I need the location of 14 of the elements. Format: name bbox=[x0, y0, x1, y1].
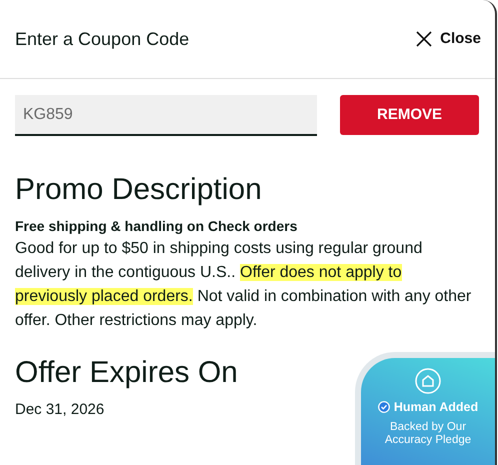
section-heading: Offer Expires On bbox=[15, 355, 238, 391]
promo-description: Good for up to $50 in shipping costs using regular ground delivery in the contiguous U.S.. Offer does not apply to previously placed orders. Not valid in combination with any other offer. Other restrictions may apply. bbox=[15, 239, 472, 331]
check-badge-icon bbox=[378, 401, 390, 414]
coupon-code-field[interactable]: KG859 bbox=[15, 95, 317, 136]
promo-subtitle: Free shipping & handling on Check orders bbox=[15, 217, 298, 236]
section-heading: Promo Description bbox=[15, 172, 263, 208]
badge-title: Human Added bbox=[394, 399, 478, 416]
badge-subtitle: Backed by Our Accuracy Pledge bbox=[384, 420, 472, 448]
close-button[interactable]: Close bbox=[416, 28, 481, 50]
dialog-title: Enter a Coupon Code bbox=[15, 28, 190, 51]
expiry-date: Dec 31, 2026 bbox=[15, 400, 104, 420]
close-icon bbox=[416, 31, 432, 47]
remove-button[interactable]: REMOVE bbox=[340, 95, 479, 135]
house-icon bbox=[415, 368, 441, 394]
